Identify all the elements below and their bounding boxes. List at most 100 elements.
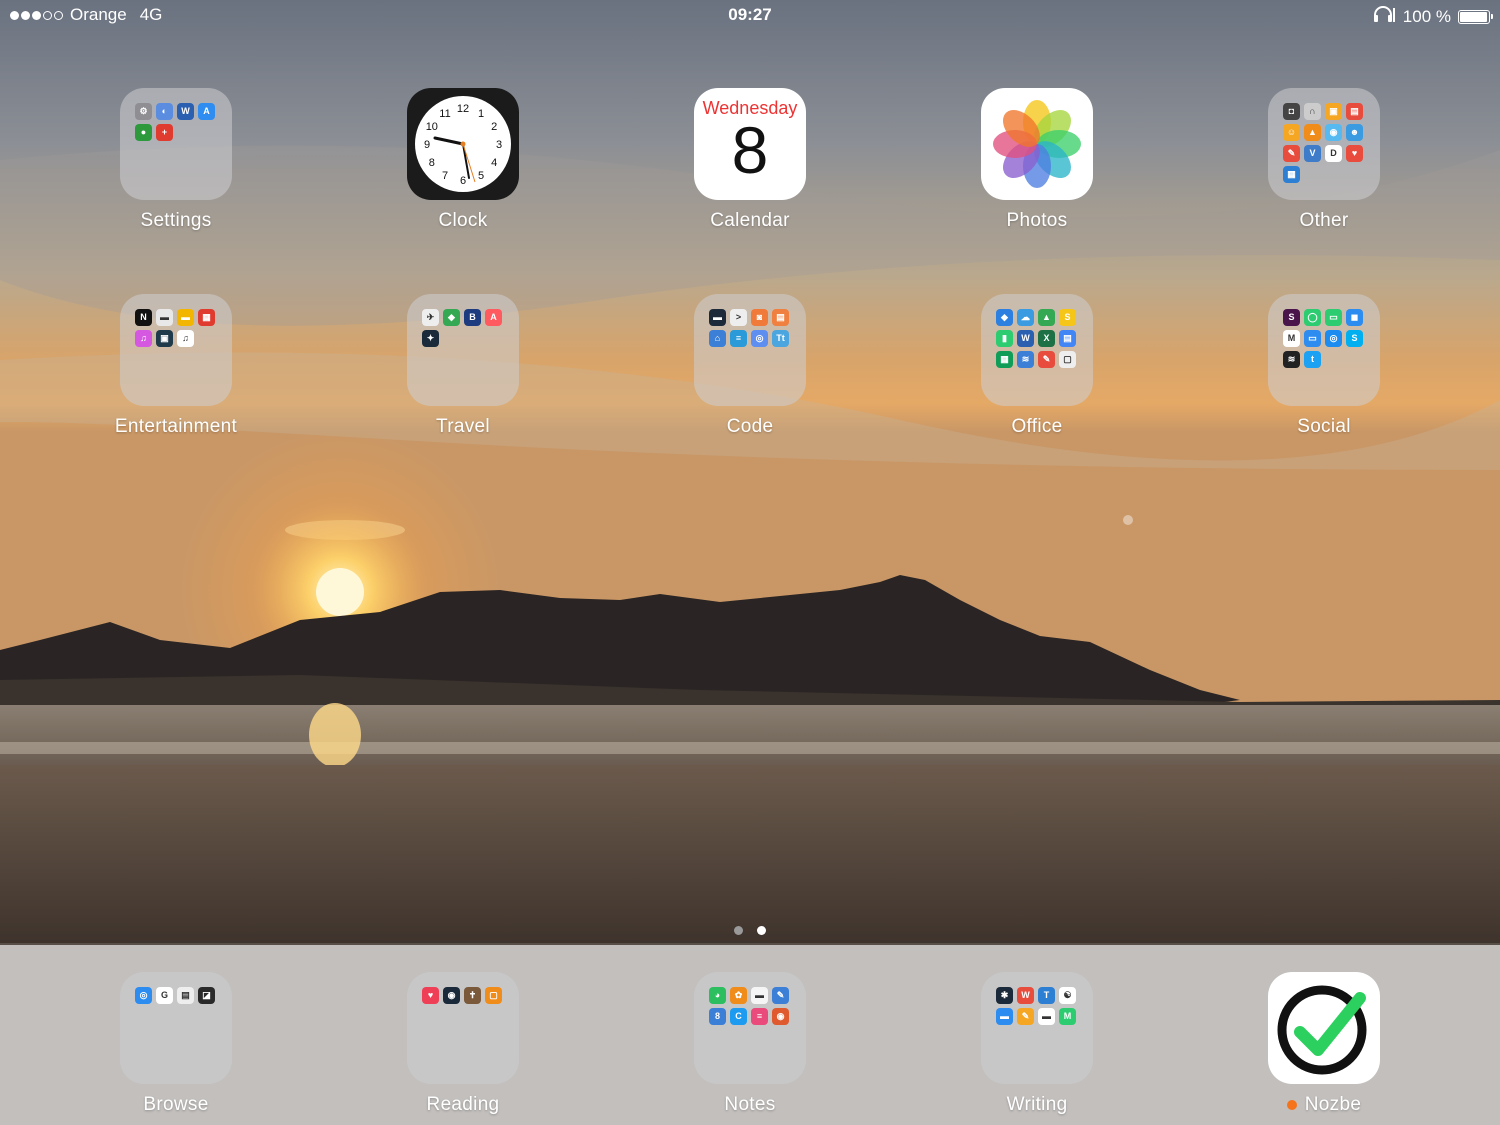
mini-app-icon: ◉ xyxy=(772,1008,789,1025)
app-label-text: Clock xyxy=(438,210,488,231)
headphones-icon xyxy=(1372,5,1396,28)
mini-app-icon: ▬ xyxy=(177,309,194,326)
mini-app-icon: ▤ xyxy=(177,987,194,1004)
mini-app-icon: ∩ xyxy=(1304,103,1321,120)
mini-app-icon: M xyxy=(1283,330,1300,347)
mini-app-icon: N xyxy=(135,309,152,326)
folder-travel[interactable]: ✈ ◆ B A ✦ Travel xyxy=(363,294,563,438)
svg-text:2: 2 xyxy=(491,121,497,133)
mini-app-icon: ♥ xyxy=(1346,145,1363,162)
mini-app-icon: ◙ xyxy=(751,309,768,326)
battery-percent: 100 % xyxy=(1402,6,1451,26)
mini-app-icon: ◉ xyxy=(1325,124,1342,141)
mini-app-icon: ☯ xyxy=(1059,987,1076,1004)
svg-text:6: 6 xyxy=(460,175,466,187)
app-label: Travel xyxy=(363,416,563,438)
mini-app-icon: V xyxy=(1304,145,1321,162)
mini-app-icon: ✈ xyxy=(422,309,439,326)
mini-app-icon: ✎ xyxy=(1038,351,1055,368)
mini-app-icon: W xyxy=(177,103,194,120)
mini-app-icon: S xyxy=(1346,330,1363,347)
folder-entertainment[interactable]: N ▬ ▬ ▦ ♫ ▣ ♫ Entertainment xyxy=(76,294,276,438)
app-calendar[interactable]: Wednesday 8 Calendar xyxy=(650,88,850,232)
folder-settings[interactable]: ⚙ ◐ W A ● + Settings xyxy=(76,88,276,232)
mini-app-icon: ☺ xyxy=(1283,124,1300,141)
page-dot[interactable] xyxy=(757,926,766,935)
mini-app-icon: ◆ xyxy=(443,309,460,326)
page-dot[interactable] xyxy=(734,926,743,935)
mini-app-icon: Tt xyxy=(772,330,789,347)
folder-office[interactable]: ◆ ☁ ▲ S ▮ W X ▤ ▦ ≋ ✎ ▢ Office xyxy=(937,294,1137,438)
mini-app-icon: ▬ xyxy=(1038,1008,1055,1025)
app-label-text: Reading xyxy=(426,1094,500,1115)
svg-text:7: 7 xyxy=(442,170,448,182)
mini-app-icon: ✎ xyxy=(772,987,789,1004)
mini-app-icon: T xyxy=(1038,987,1055,1004)
mini-app-icon: ▣ xyxy=(1325,103,1342,120)
app-nozbe[interactable]: Nozbe xyxy=(1224,972,1424,1116)
status-time: 09:27 xyxy=(728,5,772,24)
folder-browse[interactable]: ◎ G ▤ ◪ Browse xyxy=(76,972,276,1116)
folder-writing[interactable]: ✱ W T ☯ ▬ ✎ ▬ M Writing xyxy=(937,972,1137,1116)
app-label: Reading xyxy=(363,1094,563,1116)
mini-app-icon: ◘ xyxy=(1283,103,1300,120)
app-label: Office xyxy=(937,416,1137,438)
mini-app-icon: M xyxy=(1059,1008,1076,1025)
photos-icon xyxy=(981,88,1093,200)
folder-icon: S ◯ ▭ ◼ M ▭ ◎ S ≋ t xyxy=(1268,294,1380,406)
app-label-text: Nozbe xyxy=(1304,1094,1362,1115)
mini-app-icon: ✝ xyxy=(464,987,481,1004)
status-right: 100 % xyxy=(1372,5,1493,28)
new-badge-icon xyxy=(1286,1100,1297,1110)
svg-text:5: 5 xyxy=(478,170,484,182)
folder-code[interactable]: ▬ > ◙ ▤ ⌂ ≡ ◎ Tt Code xyxy=(650,294,850,438)
folder-reading[interactable]: ♥ ◉ ✝ ▢ Reading xyxy=(363,972,563,1116)
mini-app-icon: ≋ xyxy=(1017,351,1034,368)
mini-app-icon: t xyxy=(1304,351,1321,368)
app-label: Calendar xyxy=(650,210,850,232)
mini-app-icon: ▬ xyxy=(751,987,768,1004)
svg-text:12: 12 xyxy=(457,103,469,115)
mini-app-icon: ♫ xyxy=(135,330,152,347)
folder-icon: ◆ ☁ ▲ S ▮ W X ▤ ▦ ≋ ✎ ▢ xyxy=(981,294,1093,406)
folder-social[interactable]: S ◯ ▭ ◼ M ▭ ◎ S ≋ t Social xyxy=(1224,294,1424,438)
app-label-text: Notes xyxy=(724,1094,776,1115)
mini-app-icon: ✎ xyxy=(1017,1008,1034,1025)
app-label: Social xyxy=(1224,416,1424,438)
app-photos[interactable]: Photos xyxy=(937,88,1137,232)
folder-icon: ◎ G ▤ ◪ xyxy=(120,972,232,1084)
app-label-text: Browse xyxy=(143,1094,209,1115)
app-label-text: Settings xyxy=(140,210,212,231)
mini-app-icon: X xyxy=(1038,330,1055,347)
page-indicator[interactable] xyxy=(0,926,1500,935)
app-label: Browse xyxy=(76,1094,276,1116)
mini-app-icon: ◉ xyxy=(443,987,460,1004)
folder-icon: N ▬ ▬ ▦ ♫ ▣ ♫ xyxy=(120,294,232,406)
app-label: Settings xyxy=(76,210,276,232)
mini-app-icon: > xyxy=(730,309,747,326)
mini-app-icon: G xyxy=(156,987,173,1004)
mini-app-icon: ♥ xyxy=(422,987,439,1004)
mini-app-icon: ◕ xyxy=(709,987,726,1004)
app-label-text: Writing xyxy=(1006,1094,1068,1115)
mini-app-icon: ◎ xyxy=(1325,330,1342,347)
mini-app-icon: ✦ xyxy=(422,330,439,347)
svg-text:4: 4 xyxy=(491,157,497,169)
mini-app-icon: ✿ xyxy=(730,987,747,1004)
mini-app-icon: ▬ xyxy=(996,1008,1013,1025)
folder-icon: ◕ ✿ ▬ ✎ 8 C ≡ ◉ xyxy=(694,972,806,1084)
svg-text:9: 9 xyxy=(424,139,430,151)
mini-app-icon: S xyxy=(1283,309,1300,326)
app-clock[interactable]: 1 2 3 4 5 6 7 8 9 10 11 12 Clock xyxy=(363,88,563,232)
app-label-text: Photos xyxy=(1006,210,1068,231)
mini-app-icon: ▮ xyxy=(996,330,1013,347)
folder-other[interactable]: ◘ ∩ ▣ ▤ ☺ ▲ ◉ ☻ ✎ V D ♥ ▦ Other xyxy=(1224,88,1424,232)
nozbe-check-icon xyxy=(1268,972,1380,1084)
svg-text:11: 11 xyxy=(439,108,450,120)
folder-icon: ✈ ◆ B A ✦ xyxy=(407,294,519,406)
mini-app-icon: ⌂ xyxy=(709,330,726,347)
folder-notes[interactable]: ◕ ✿ ▬ ✎ 8 C ≡ ◉ Notes xyxy=(650,972,850,1116)
mini-app-icon: ▬ xyxy=(156,309,173,326)
mini-app-icon: ✎ xyxy=(1283,145,1300,162)
mini-app-icon: W xyxy=(1017,330,1034,347)
